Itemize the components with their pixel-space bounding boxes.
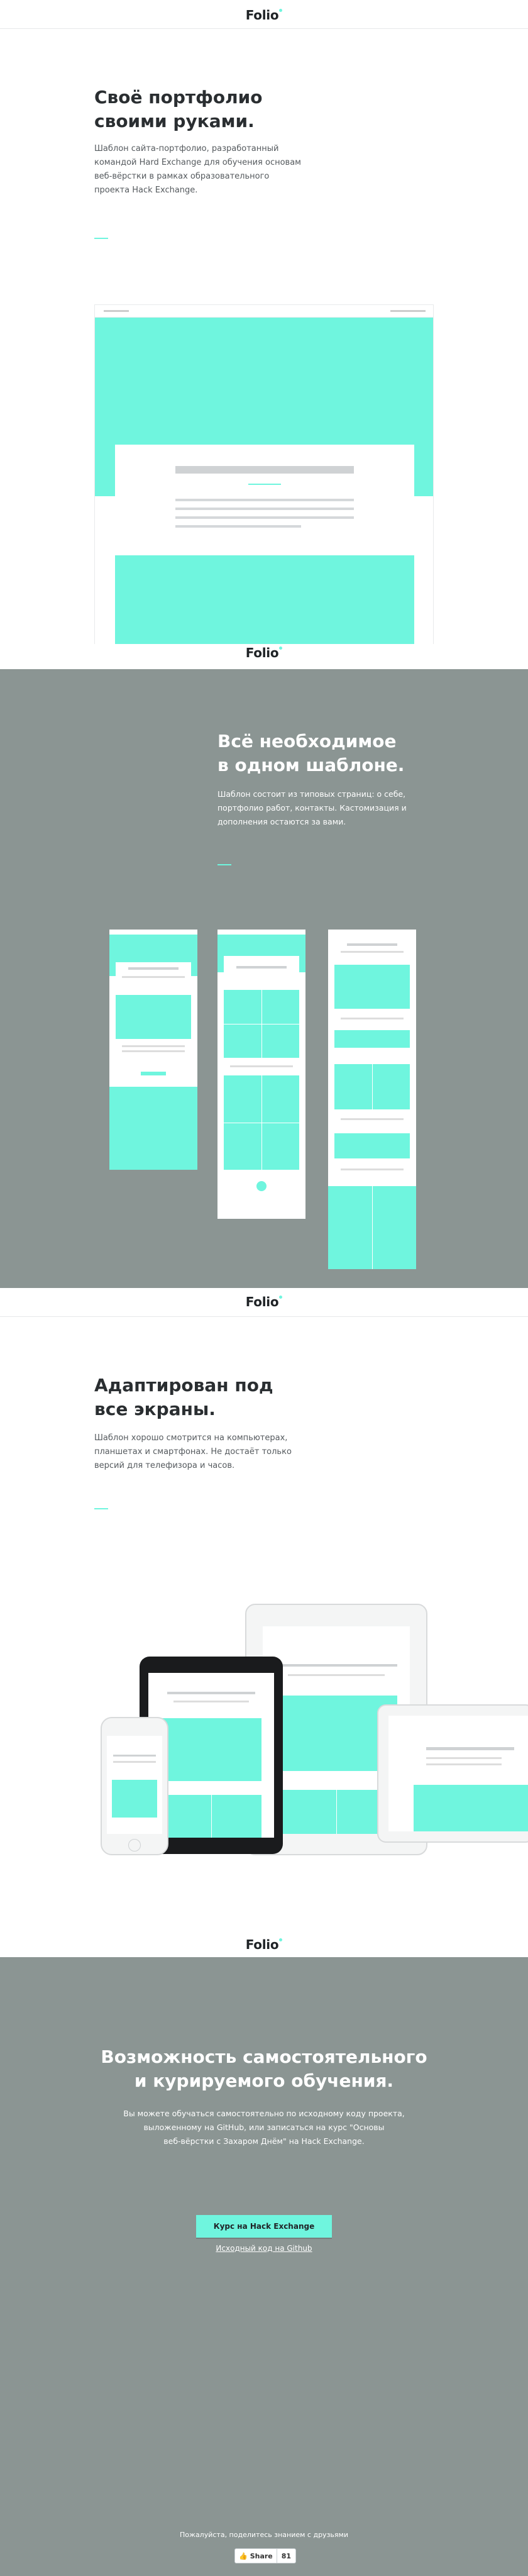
section3-accent-line (94, 1508, 108, 1509)
section3-title: Адаптирован под все экраны. (94, 1374, 273, 1421)
logo-dot-icon (279, 647, 283, 650)
section2-title: Всё необходимое в одном шаблоне. (217, 730, 404, 777)
section2-description: Шаблон состоит из типовых страниц: о себ… (217, 787, 407, 829)
share-widget: 👍 Share 81 (234, 2548, 297, 2563)
section1-description-line: проекта Hack Exchange. (94, 186, 198, 195)
section2-description-line: портфолио работ, контакты. Кастомизация … (217, 803, 407, 813)
section1-title-line1: Своё портфолио (94, 87, 263, 108)
logo-dot-icon (279, 9, 283, 12)
section1-title: Своё портфолио своими руками. (94, 86, 262, 133)
section3-title-line2: все экраны. (94, 1399, 216, 1419)
section3-description: Шаблон хорошо смотрится на компьютерах, … (94, 1431, 292, 1473)
section2-description-line: Шаблон состоит из типовых страниц: о себ… (217, 789, 406, 799)
section3-description-line: планшетах и смартфонах. Не достаёт тольк… (94, 1447, 292, 1457)
mockup-card (115, 445, 414, 555)
logo[interactable]: Folio (0, 1294, 528, 1309)
section4-title-line2: и курируемого обучения. (134, 2070, 394, 2091)
logo[interactable]: Folio (0, 8, 528, 23)
section1-description-line: командой Hard Exchange для обучения осно… (94, 158, 301, 167)
share-label: Share (250, 2551, 273, 2560)
mockup-nav (95, 305, 433, 318)
logo-text: Folio (245, 1937, 279, 1952)
logo[interactable]: Folio (0, 645, 528, 660)
section2-title-line1: Всё необходимое (217, 731, 397, 752)
desktop-mockup (94, 304, 434, 644)
section1-description-line: веб-вёрстки в рамках образовательного (94, 172, 270, 181)
logo-dot-icon (279, 1296, 283, 1299)
logo-text: Folio (245, 645, 279, 660)
logo-text: Folio (245, 8, 279, 23)
section4-title-line1: Возможность самостоятельного (101, 2046, 427, 2067)
share-prompt: Пожалуйста, поделитесь знанием с друзьям… (180, 2531, 348, 2539)
template-page-contacts (328, 930, 416, 1269)
thumbs-up-icon: 👍 (239, 2551, 248, 2560)
template-page-about (109, 930, 197, 1170)
section4-description-line: веб-вёрстки с Захаром Днём" на Hack Exch… (163, 2136, 365, 2146)
section4-description-line: Вы можете обучаться самостоятельно по ис… (123, 2109, 405, 2118)
mockup-footer-block (115, 555, 414, 644)
section1-title-line2: своими руками. (94, 111, 255, 131)
section2-title-line2: в одном шаблоне. (217, 755, 405, 775)
section3-description-line: версий для телефизора и часов. (94, 1461, 235, 1470)
section1-description: Шаблон сайта-портфолио, разработанный ко… (94, 142, 301, 197)
share-button[interactable]: 👍 Share (235, 2549, 277, 2563)
section4-description-line: выложенному на GitHub, или записаться на… (143, 2123, 385, 2132)
share-count: 81 (281, 2551, 292, 2560)
section4-description: Вы можете обучаться самостоятельно по ис… (0, 2107, 528, 2148)
course-button[interactable]: Курс на Hack Exchange (196, 2215, 332, 2238)
landscape-tablet-device (377, 1704, 528, 1843)
logo-dot-icon (279, 1938, 283, 1941)
logo[interactable]: Folio (0, 1937, 528, 1952)
iphone-device (101, 1717, 168, 1855)
devices-illustration (0, 1597, 528, 1862)
section3-description-line: Шаблон хорошо смотрится на компьютерах, (94, 1433, 288, 1443)
section2-accent-line (217, 864, 231, 865)
section4-title: Возможность самостоятельного и курируемо… (0, 2045, 528, 2093)
github-source-link[interactable]: Исходный код на Github (0, 2244, 528, 2253)
section2-description-line: дополнения остаются за вами. (217, 817, 346, 826)
logo-text: Folio (245, 1294, 279, 1309)
section-learning: Возможность самостоятельного и курируемо… (0, 1957, 528, 2576)
section1-description-line: Шаблон сайта-портфолио, разработанный (94, 144, 279, 153)
template-page-portfolio (217, 930, 305, 1219)
section-templates: Всё необходимое в одном шаблоне. Шаблон … (0, 669, 528, 1288)
section3-title-line1: Адаптирован под (94, 1375, 273, 1396)
section1-accent-line (94, 238, 108, 239)
